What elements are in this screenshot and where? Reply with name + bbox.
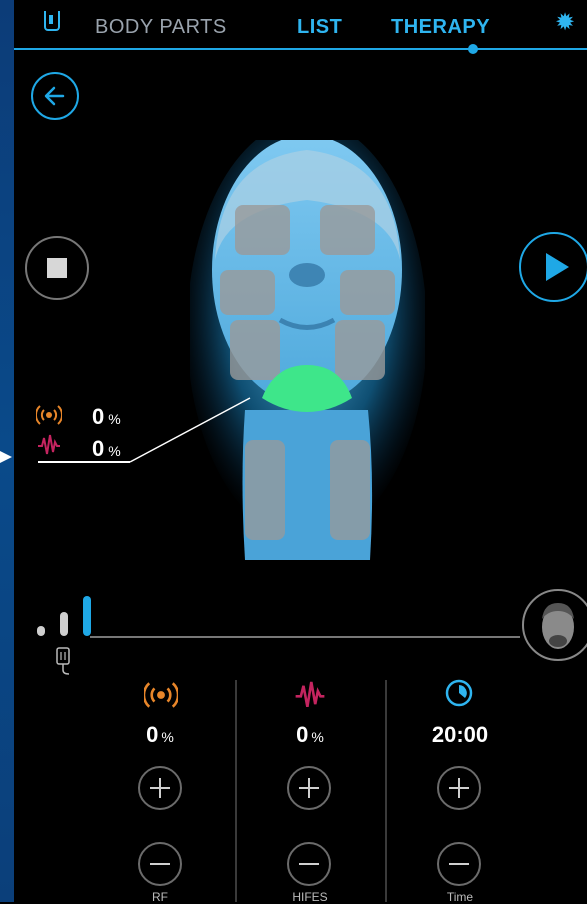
signal-bar-2 xyxy=(60,612,68,636)
stop-button[interactable] xyxy=(25,236,89,300)
tab-list[interactable]: LIST xyxy=(297,16,342,39)
nav-underline xyxy=(14,48,587,50)
gear-icon[interactable]: ✹ xyxy=(555,11,575,35)
hifes-icon xyxy=(295,681,325,708)
applicator-icon[interactable] xyxy=(44,11,60,31)
stop-icon xyxy=(47,258,67,278)
hifes-value: 0 xyxy=(296,722,309,747)
rf-decrease-button[interactable] xyxy=(138,842,182,886)
zone-hifes-value: 0 xyxy=(92,436,105,461)
column-divider-2 xyxy=(385,680,387,902)
arrow-left-icon xyxy=(44,86,65,106)
zone-rf-unit: % xyxy=(108,411,121,427)
active-tab-indicator xyxy=(468,44,478,54)
hifes-value-display: 0% xyxy=(250,722,370,748)
zone-rf-readout: 0% xyxy=(92,404,121,430)
tab-body-parts[interactable]: BODY PARTS xyxy=(95,16,227,39)
zone-pointer-arrow xyxy=(0,451,12,463)
play-button[interactable] xyxy=(519,232,587,302)
tab-therapy[interactable]: THERAPY xyxy=(391,16,490,39)
play-icon xyxy=(546,253,569,281)
column-divider-1 xyxy=(235,680,237,902)
rf-value: 0 xyxy=(146,722,159,747)
face-view-button[interactable] xyxy=(522,589,587,661)
face-illustration xyxy=(187,120,427,560)
time-value: 20:00 xyxy=(431,722,489,747)
clock-icon xyxy=(445,679,473,707)
back-button[interactable] xyxy=(31,72,79,120)
rf-increase-button[interactable] xyxy=(138,766,182,810)
handpiece-icon xyxy=(56,647,70,675)
face-thumbnail-icon xyxy=(542,603,574,649)
time-increase-button[interactable] xyxy=(437,766,481,810)
zone-hifes-unit: % xyxy=(108,443,121,459)
zone-rf-value: 0 xyxy=(92,404,105,429)
time-decrease-button[interactable] xyxy=(437,842,481,886)
hifes-unit: % xyxy=(311,729,324,745)
hifes-decrease-button[interactable] xyxy=(287,842,331,886)
face-body-map[interactable] xyxy=(187,120,427,560)
intensity-slider-track[interactable] xyxy=(90,636,520,638)
rf-value-display: 0% xyxy=(100,722,220,748)
time-value-display: 20:00 xyxy=(400,722,520,748)
zone-hifes-readout: 0% xyxy=(92,436,121,462)
hifes-increase-button[interactable] xyxy=(287,766,331,810)
rf-icon xyxy=(36,405,62,425)
rf-unit: % xyxy=(161,729,174,745)
signal-bar-3 xyxy=(83,596,91,636)
rf-icon xyxy=(144,682,178,708)
hifes-icon xyxy=(38,434,60,455)
signal-bar-1 xyxy=(37,626,45,636)
